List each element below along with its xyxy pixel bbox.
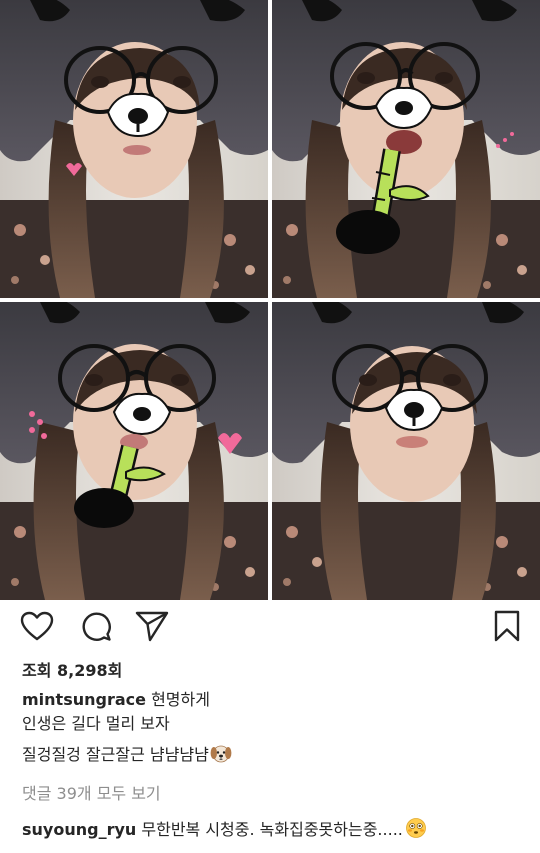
comment-username[interactable]: suyoung_ryu (22, 820, 136, 839)
caption-line-3: 질겅질겅 잘근잘근 냠냠냠냠 (22, 745, 209, 764)
share-button[interactable] (134, 608, 170, 644)
heart-icon (20, 611, 54, 641)
post-action-bar (0, 600, 540, 648)
comment-text: 무한반복 시청중. 녹화집중못하는중..... (141, 820, 403, 839)
bookmark-icon (494, 610, 520, 642)
panda-filter-selfie-1 (0, 0, 268, 298)
photo-frame-1[interactable] (0, 0, 268, 298)
comment-row: suyoung_ryu 무한반복 시청중. 녹화집중못하는중..... (22, 816, 427, 840)
panda-filter-selfie-3 (0, 302, 268, 600)
panda-filter-selfie-2 (272, 0, 540, 298)
view-all-comments-link[interactable]: 댓글 39개 모두 보기 (22, 780, 161, 804)
comment-button[interactable] (78, 608, 114, 644)
comment-bubble-icon (82, 612, 111, 641)
panda-filter-selfie-4 (272, 302, 540, 600)
save-button[interactable] (489, 608, 525, 644)
photo-frame-3[interactable] (0, 302, 268, 600)
photo-grid (0, 0, 540, 600)
paper-plane-icon (135, 611, 169, 642)
caption-line-2: 인생은 길다 멀리 보자 (22, 714, 170, 733)
like-button[interactable] (19, 608, 55, 644)
view-count[interactable]: 조회 8,298회 (22, 657, 122, 681)
dog-face-emoji-icon (210, 745, 232, 763)
post-caption: mintsungrace 현명하게 인생은 길다 멀리 보자 질겅질겅 잘근잘근… (22, 688, 522, 767)
photo-frame-2[interactable] (272, 0, 540, 298)
photo-frame-4[interactable] (272, 302, 540, 600)
flushed-face-emoji-icon (405, 818, 426, 838)
caption-username[interactable]: mintsungrace (22, 690, 146, 709)
caption-line-1: 현명하게 (151, 690, 210, 709)
